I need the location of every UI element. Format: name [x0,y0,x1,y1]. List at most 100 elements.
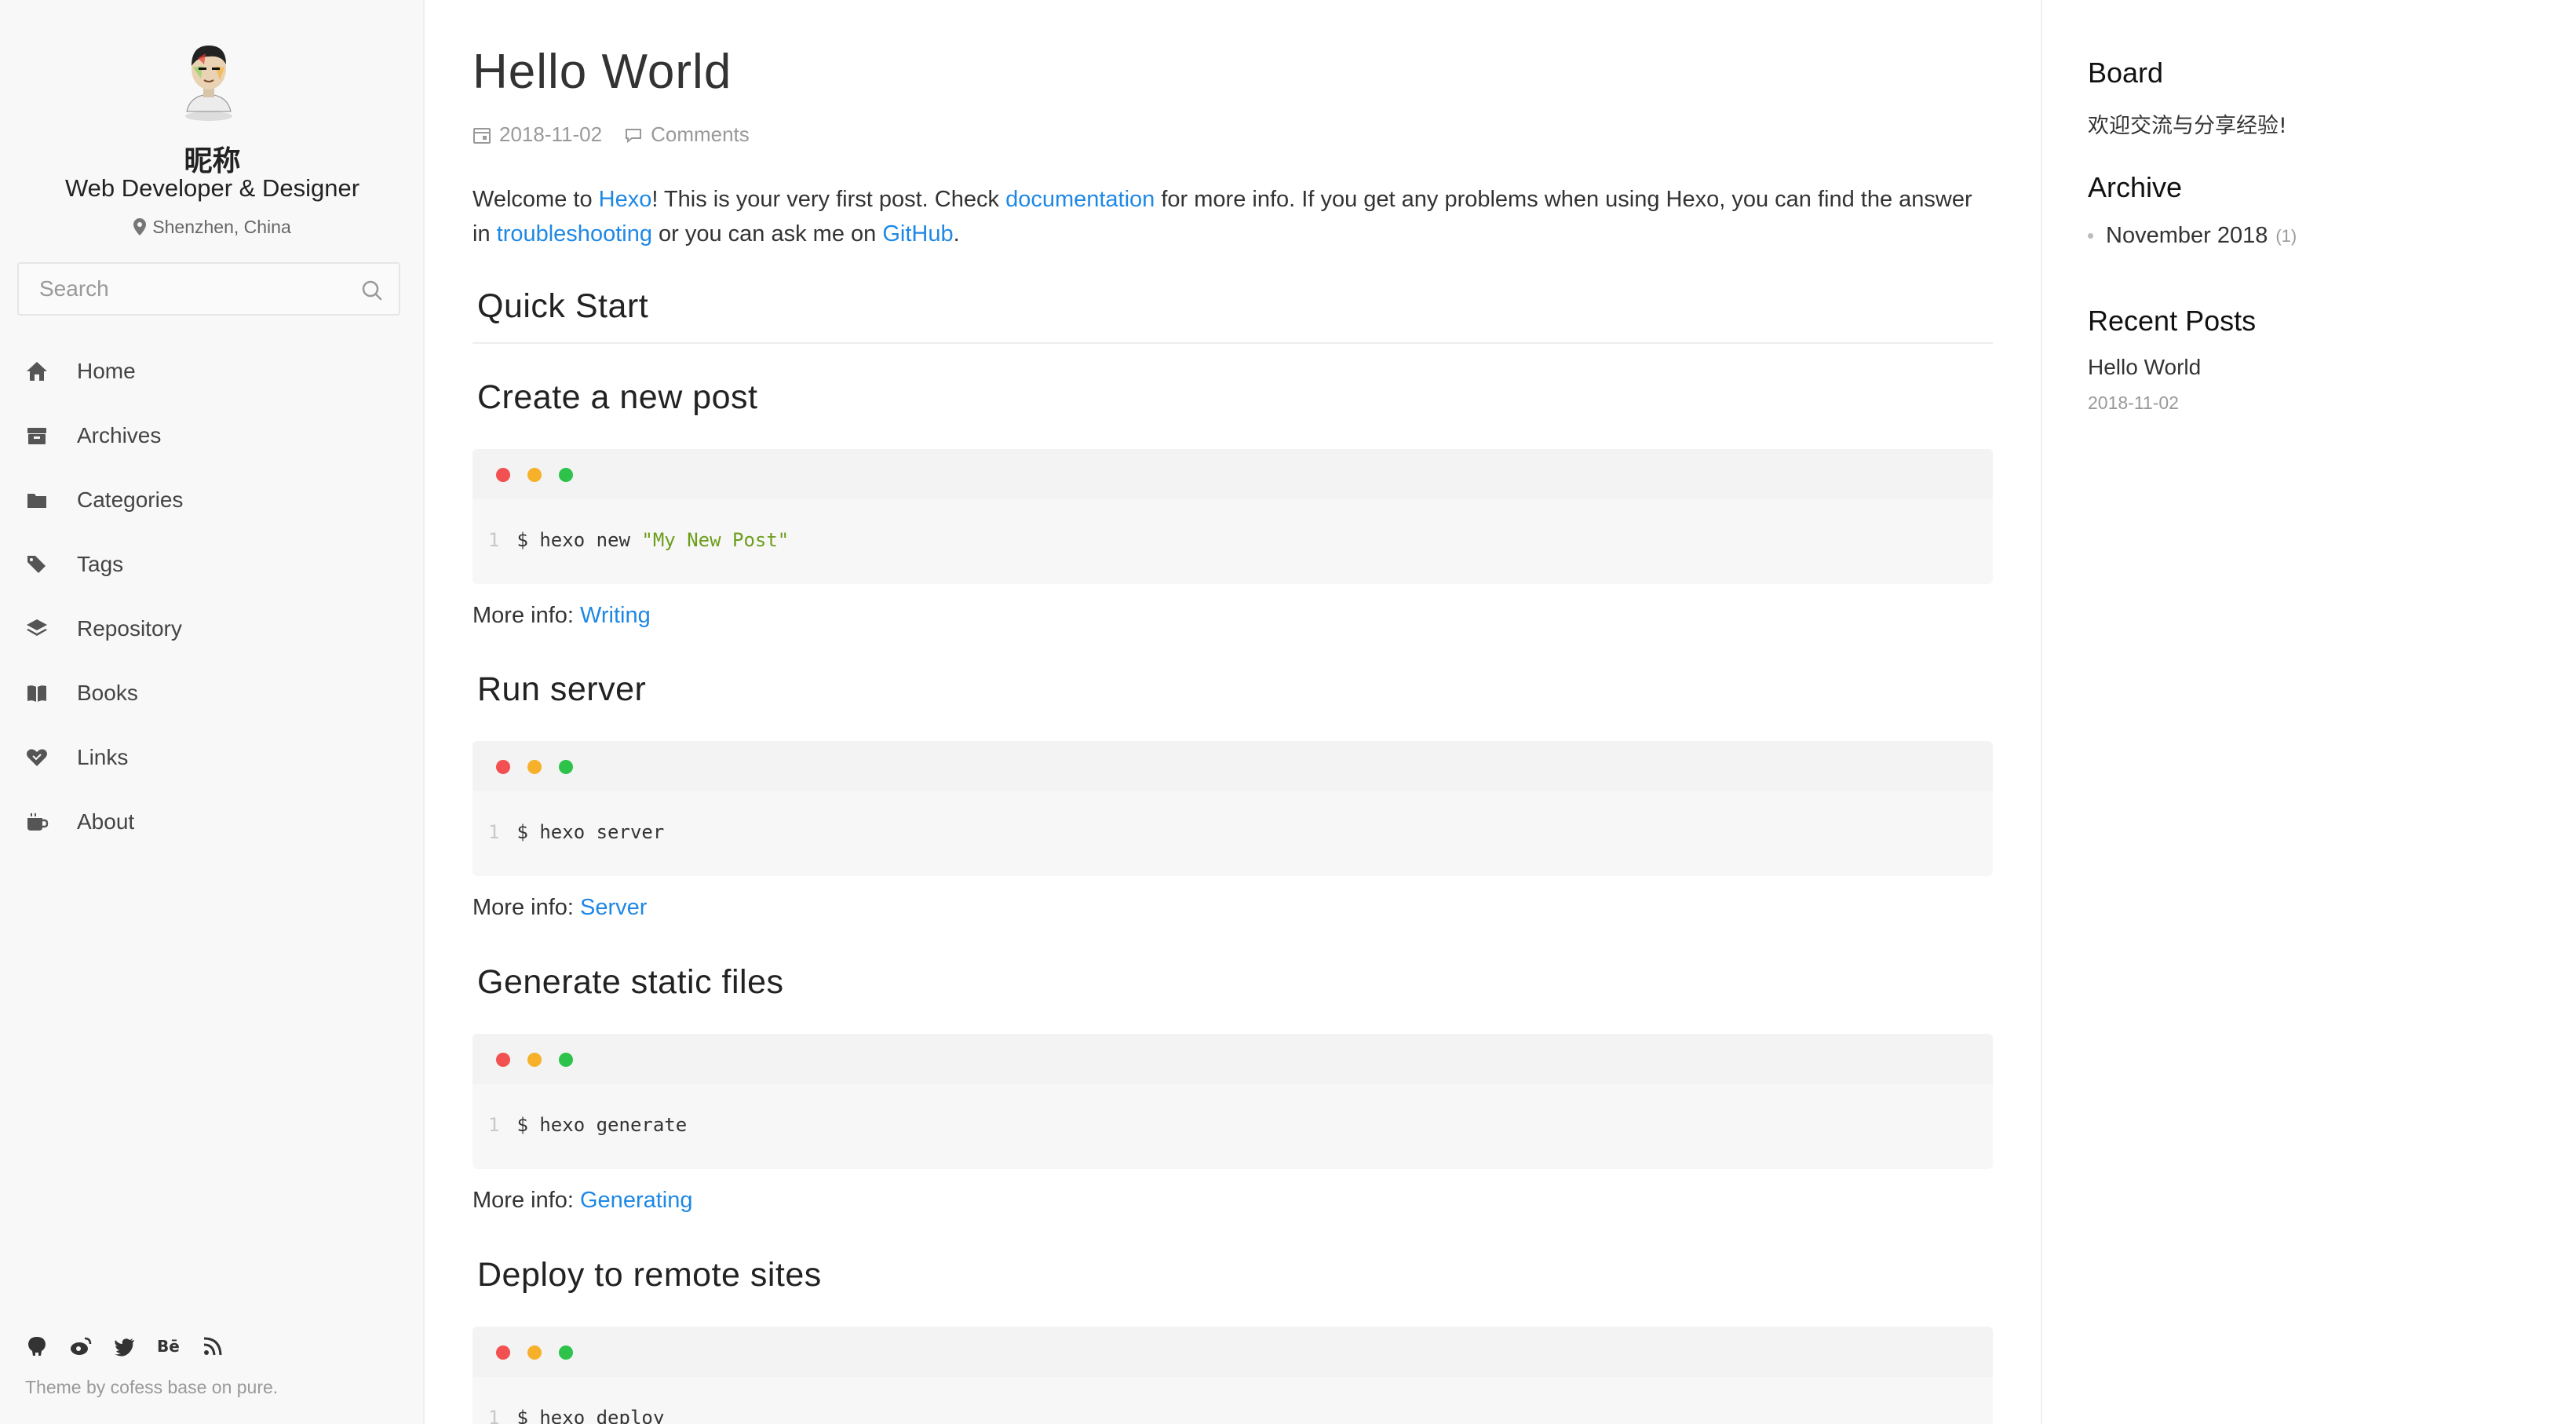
coffee-icon [25,810,49,834]
sidebar-item-label: Archives [77,423,162,447]
more-info: More info: Server [473,895,648,920]
code-block-toolbar [473,1034,1993,1084]
post-title: Hello World [473,45,732,99]
code-block-toolbar [473,449,1993,499]
archive-count: (1) [2275,225,2297,246]
heading-deploy: Deploy to remote sites [477,1256,822,1294]
yellow-dot-icon [527,1053,542,1067]
sidebar-item-label: Books [77,681,138,705]
book-icon [25,681,49,705]
tags-icon [25,553,49,576]
green-dot-icon [559,1345,573,1360]
location-text: Shenzhen, China [152,217,291,237]
code-line: 1 $ hexo new "My New Post" [488,529,790,551]
code-block: 1 $ hexo generate [473,1034,1993,1169]
server-link[interactable]: Server [580,895,647,920]
yellow-dot-icon [527,1345,542,1360]
green-dot-icon [559,468,573,482]
weibo-icon[interactable] [69,1335,93,1358]
twitter-icon[interactable] [113,1335,137,1358]
archive-month: November 2018 [2106,223,2268,248]
recent-posts-title: Recent Posts [2088,305,2257,337]
folder-icon [25,488,49,512]
writing-link[interactable]: Writing [580,603,651,628]
archive-title: Archive [2088,171,2183,203]
board-title: Board [2088,57,2164,89]
svg-text:Bē: Bē [157,1337,180,1356]
sidebar-item-home[interactable]: Home [0,339,425,403]
hexo-link[interactable]: Hexo [599,187,652,212]
code-block: 1 $ hexo deploy [473,1327,1993,1424]
sidebar-item-label: Repository [77,616,182,641]
recent-post-date: 2018-11-02 [2088,393,2179,413]
code-block: 1 $ hexo new "My New Post" [473,449,1993,584]
layers-icon [25,617,49,641]
heading-run-server: Run server [477,670,647,708]
right-sidebar: Board 欢迎交流与分享经验! Archive November 2018 (… [2041,0,2576,1424]
sidebar-item-about[interactable]: About [0,790,425,854]
sidebar-item-label: Tags [77,552,124,576]
red-dot-icon [496,1053,510,1067]
code-line: 1 $ hexo generate [488,1114,688,1136]
avatar[interactable] [174,35,243,121]
heading-generate-static: Generate static files [477,963,784,1001]
heart-link-icon [25,746,49,769]
code-block-toolbar [473,1327,1993,1377]
red-dot-icon [496,1345,510,1360]
main-content: Hello World 2018-11-02 Comments Welcome … [425,0,2041,1424]
code-line: 1 $ hexo server [488,821,665,843]
sidebar-nav: Home Archives Categories Tags Repository… [0,339,425,854]
sidebar-item-label: About [77,809,135,834]
sidebar-item-label: Links [77,745,129,769]
code-line: 1 $ hexo deploy [488,1407,665,1424]
post-comments-link[interactable]: Comments [624,122,750,147]
sidebar-item-categories[interactable]: Categories [0,468,425,532]
documentation-link[interactable]: documentation [1005,187,1155,212]
yellow-dot-icon [527,760,542,774]
red-dot-icon [496,468,510,482]
page: 昵称 Web Developer & Designer Shenzhen, Ch… [0,0,2576,1424]
archive-item[interactable]: November 2018 (1) [2088,223,2297,249]
red-dot-icon [496,760,510,774]
post-date: 2018-11-02 [473,122,602,147]
heading-divider [473,342,1993,344]
archive-icon [25,424,49,447]
github-link[interactable]: GitHub [882,221,953,246]
theme-credit: Theme by cofess base on pure. [25,1377,279,1397]
rss-icon[interactable] [201,1335,224,1358]
search-box [17,262,400,316]
comment-icon [626,128,642,143]
more-info: More info: Generating [473,1188,693,1213]
sidebar-item-tags[interactable]: Tags [0,532,425,597]
green-dot-icon [559,1053,573,1067]
left-sidebar: 昵称 Web Developer & Designer Shenzhen, Ch… [0,0,425,1424]
profile-title: Web Developer & Designer [64,174,360,202]
more-info: More info: Writing [473,603,651,628]
profile-location: Shenzhen, China [0,217,425,238]
behance-icon[interactable]: Bē [157,1335,181,1358]
sidebar-item-books[interactable]: Books [0,661,425,725]
map-pin-icon [133,218,147,236]
recent-post-link[interactable]: Hello World [2088,355,2201,380]
post-intro: Welcome to Hexo! This is your very first… [473,187,1972,246]
bullet-icon [2088,233,2093,239]
heading-quick-start: Quick Start [477,287,649,325]
code-block-toolbar [473,741,1993,791]
profile-nickname: 昵称 [184,145,241,177]
board-text: 欢迎交流与分享经验! [2088,114,2287,138]
troubleshooting-link[interactable]: troubleshooting [497,221,652,246]
yellow-dot-icon [527,468,542,482]
code-block: 1 $ hexo server [473,741,1993,876]
home-icon [25,360,49,383]
sidebar-item-archives[interactable]: Archives [0,403,425,468]
generating-link[interactable]: Generating [580,1188,693,1213]
search-icon[interactable] [361,279,383,301]
sidebar-item-label: Categories [77,487,184,512]
search-input[interactable] [19,264,348,314]
comments-label: Comments [651,122,750,146]
sidebar-item-links[interactable]: Links [0,725,425,790]
sidebar-item-repository[interactable]: Repository [0,597,425,661]
github-icon[interactable] [25,1335,49,1358]
post-meta: 2018-11-02 Comments [473,122,772,147]
green-dot-icon [559,760,573,774]
